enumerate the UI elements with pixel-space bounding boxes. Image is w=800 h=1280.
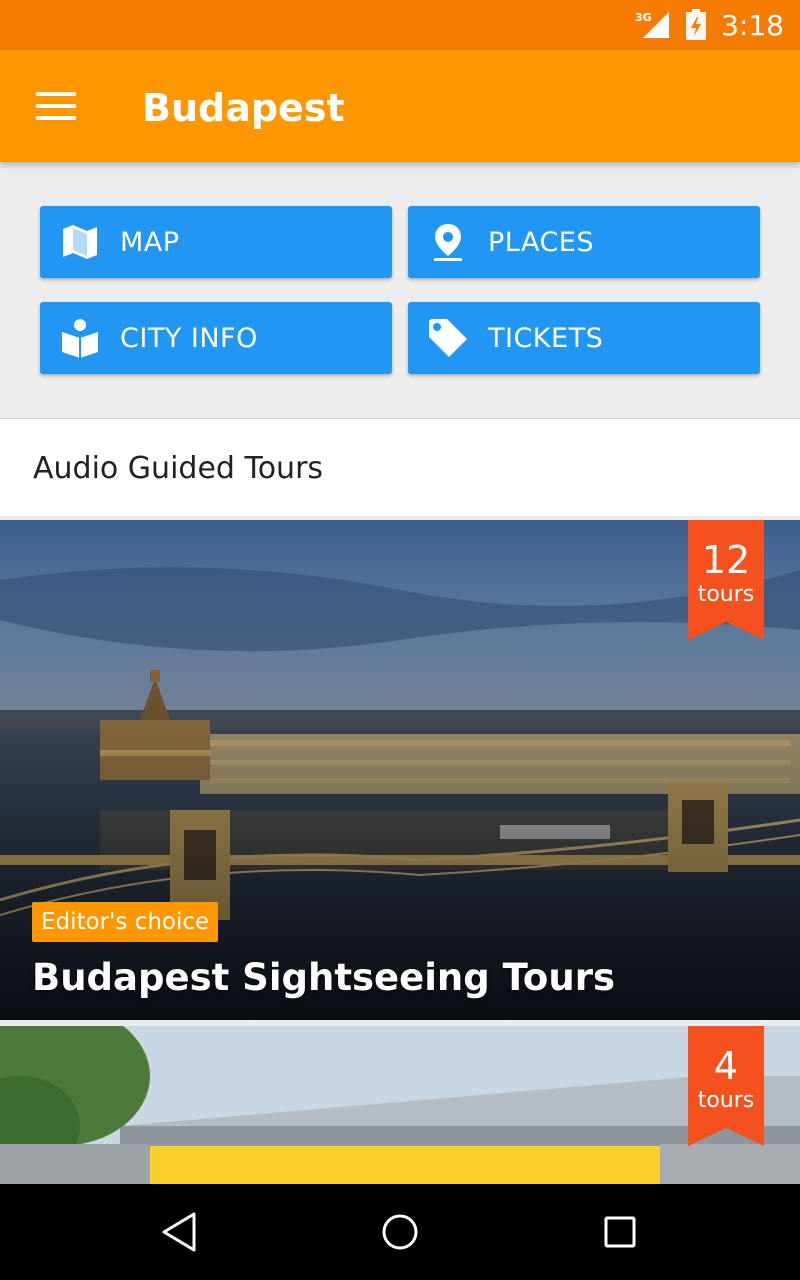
map-button[interactable]: MAP	[40, 206, 392, 278]
ticket-tag-icon	[408, 302, 488, 374]
tour-count: 4	[713, 1044, 739, 1088]
tickets-button[interactable]: TICKETS	[408, 302, 760, 374]
cellular-signal-icon: 3G	[635, 10, 671, 40]
tour-card-budapest-sightseeing[interactable]: 12 tours Editor's choice Budapest Sights…	[0, 520, 800, 1020]
places-button-label: PLACES	[488, 226, 594, 258]
building-photo-image	[0, 1026, 800, 1184]
map-icon	[40, 206, 120, 278]
hamburger-menu-icon[interactable]	[36, 92, 76, 120]
clock-time: 3:18	[721, 8, 784, 42]
tour-count: 12	[701, 538, 751, 582]
places-button[interactable]: PLACES	[408, 206, 760, 278]
city-info-icon	[40, 302, 120, 374]
city-info-button-label: CITY INFO	[120, 322, 258, 354]
tour-card-title: Budapest Sightseeing Tours	[32, 956, 615, 999]
budapest-night-panorama-image	[0, 520, 800, 1020]
recent-apps-icon[interactable]	[596, 1208, 644, 1256]
battery-charging-icon	[685, 9, 707, 41]
city-info-button[interactable]: CITY INFO	[40, 302, 392, 374]
network-type-label: 3G	[635, 11, 652, 24]
section-title: Audio Guided Tours	[33, 451, 324, 486]
tour-count-unit: tours	[697, 582, 755, 607]
status-bar: 3G 3:18	[0, 0, 800, 50]
page-title: Budapest	[142, 86, 345, 130]
place-pin-icon	[408, 206, 488, 278]
home-icon[interactable]	[376, 1208, 424, 1256]
section-header: Audio Guided Tours	[0, 418, 800, 516]
editors-choice-chip: Editor's choice	[32, 902, 219, 942]
map-button-label: MAP	[120, 226, 180, 258]
tour-count-badge: 4 tours	[688, 1026, 764, 1151]
back-icon[interactable]	[156, 1208, 204, 1256]
tour-count-badge: 12 tours	[688, 520, 764, 645]
app-bar: Budapest	[0, 50, 800, 162]
tour-card-second[interactable]: 4 tours	[0, 1026, 800, 1184]
tickets-button-label: TICKETS	[488, 322, 604, 354]
system-navigation-bar	[0, 1184, 800, 1280]
tour-count-unit: tours	[697, 1088, 755, 1113]
